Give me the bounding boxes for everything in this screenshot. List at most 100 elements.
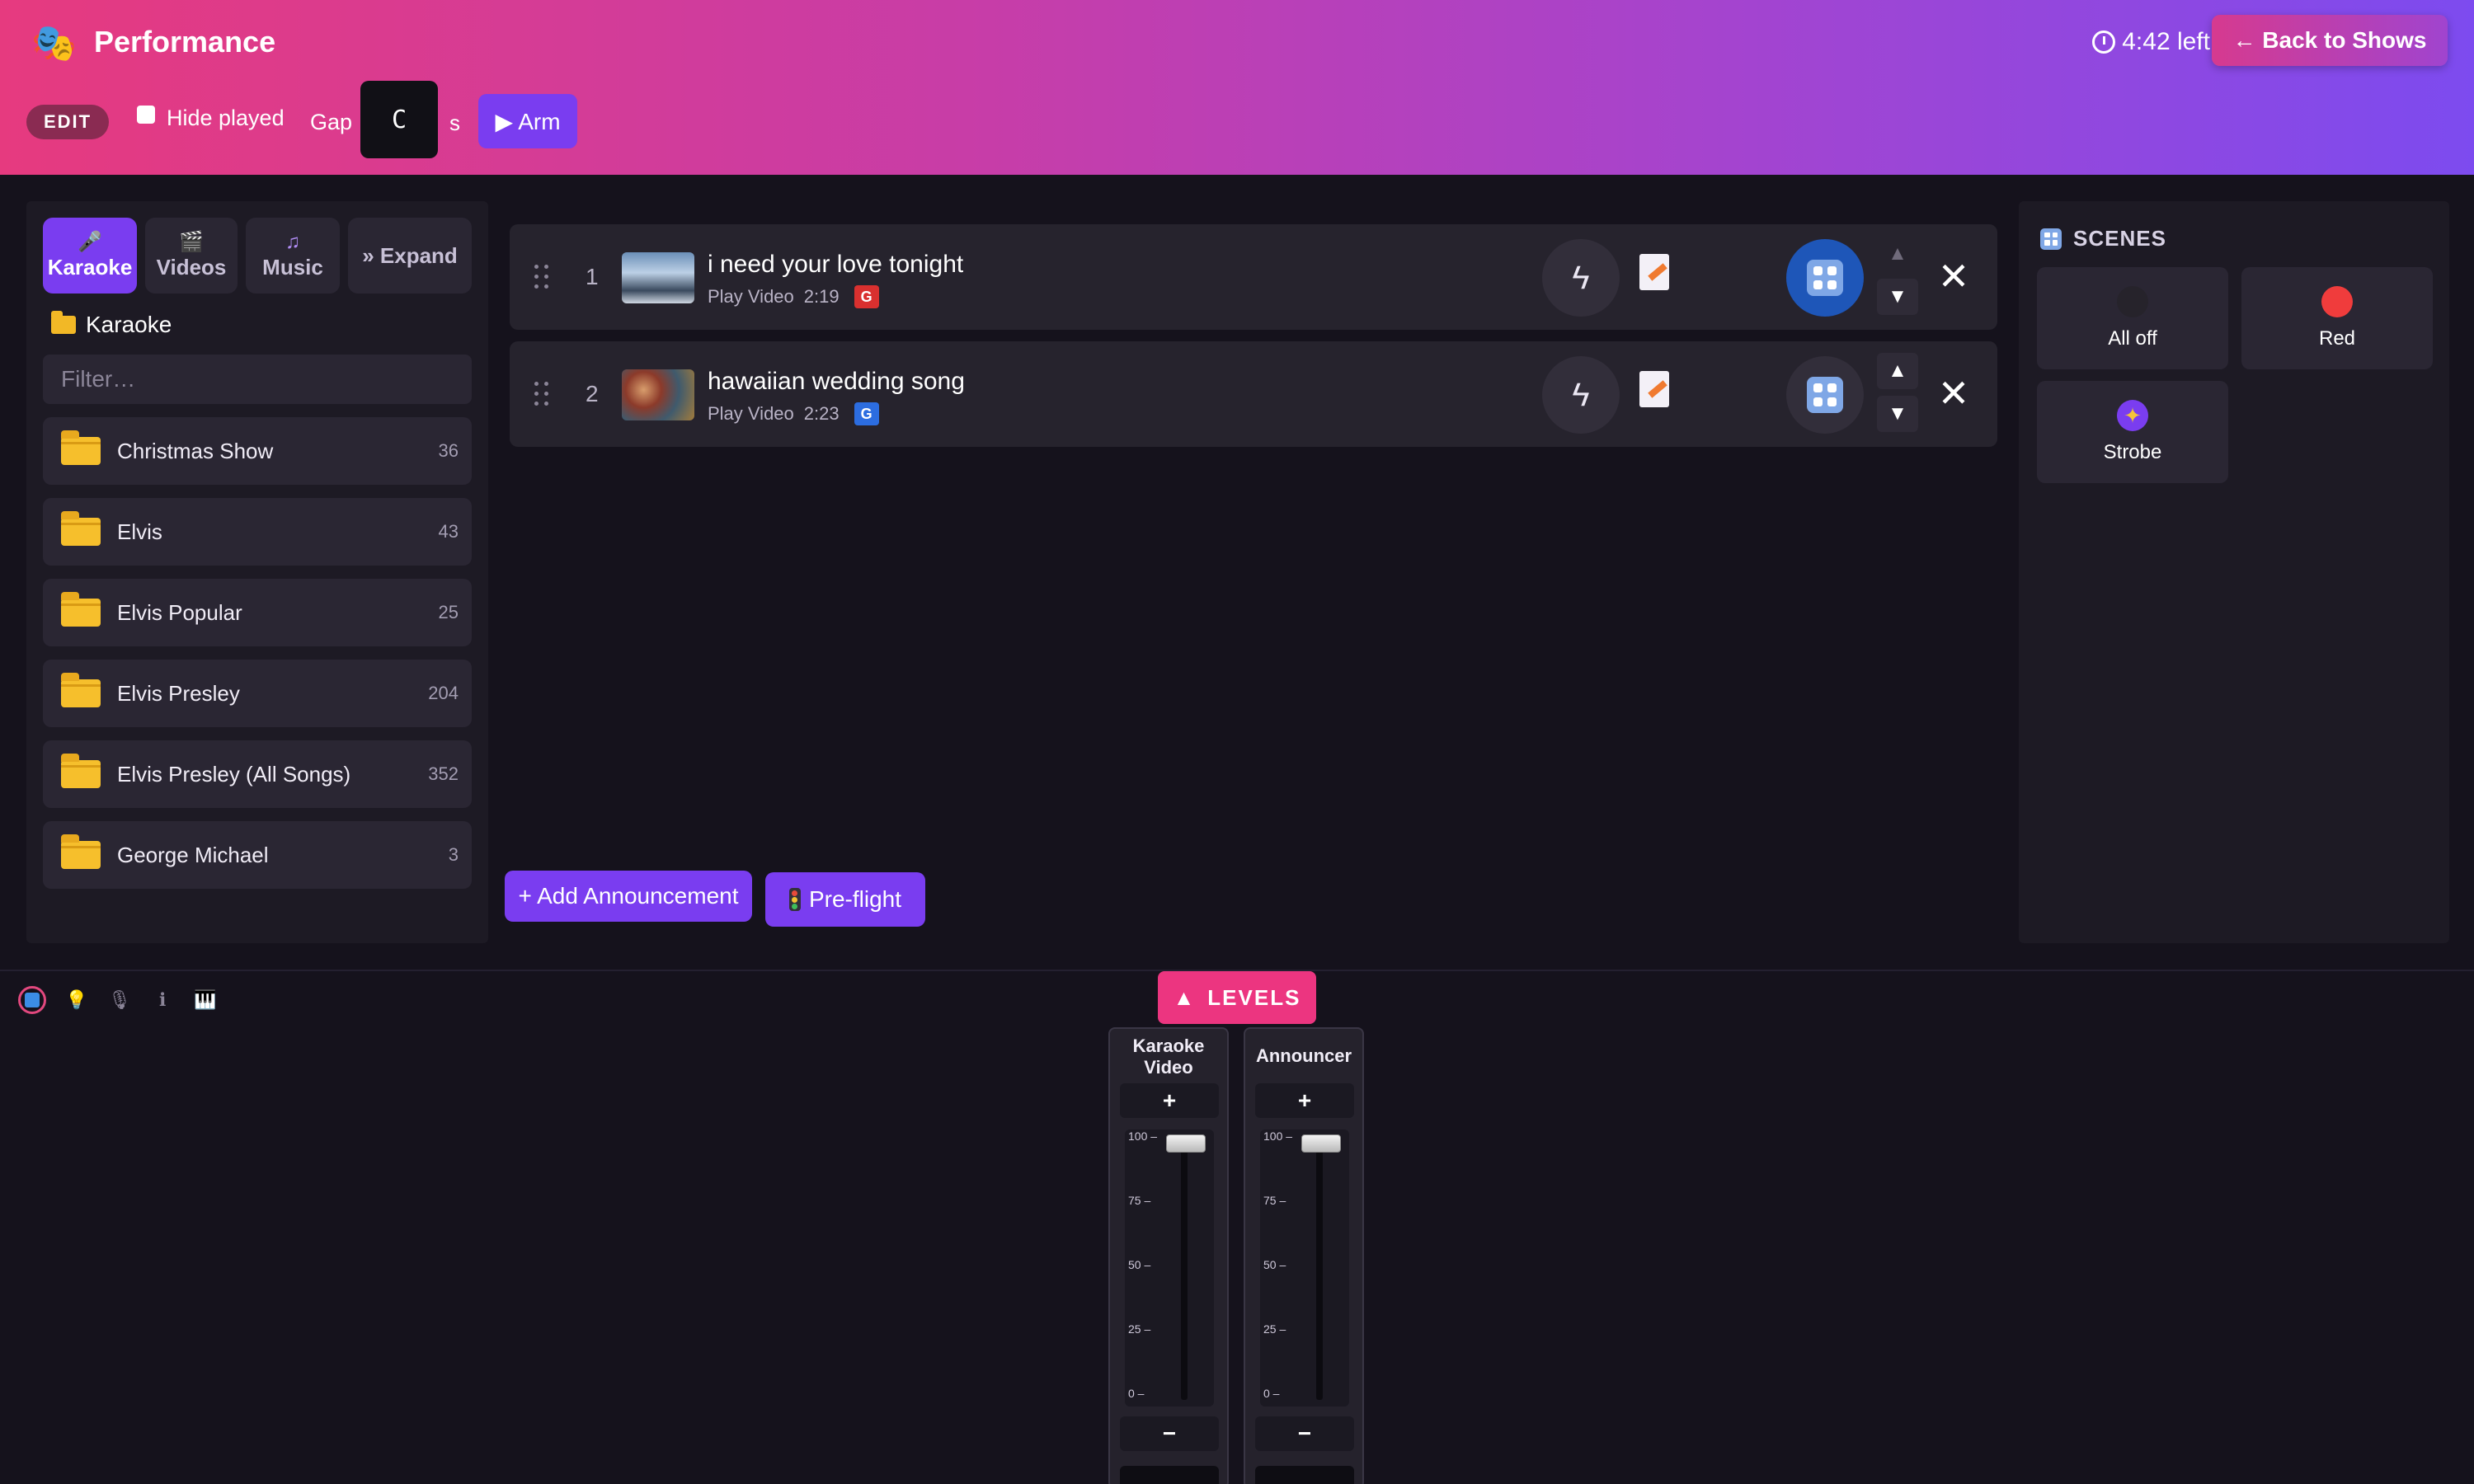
tick-label: 0 –	[1263, 1387, 1280, 1400]
tab-videos[interactable]: 🎬 Videos	[145, 218, 238, 294]
levels-toggle-button[interactable]: ▲ LEVELS	[1158, 971, 1316, 1024]
move-up-button[interactable]: ▲	[1877, 353, 1918, 389]
lightning-bolt-icon[interactable]: ϟ	[1542, 239, 1620, 317]
tick-label: 25 –	[1128, 1322, 1151, 1336]
preflight-button[interactable]: Pre-flight	[765, 872, 925, 927]
scene-red[interactable]: Red	[2241, 267, 2433, 369]
video-thumbnail	[622, 252, 694, 303]
drag-handle-icon[interactable]	[534, 265, 551, 289]
tick-label: 0 –	[1128, 1387, 1145, 1400]
folder-item[interactable]: Elvis Popular 25	[43, 579, 472, 646]
scenes-title: SCENES	[2073, 226, 2166, 251]
tab-music-label: Music	[262, 254, 323, 279]
folder-icon	[61, 430, 101, 465]
tick-label: 25 –	[1263, 1322, 1286, 1336]
volume-down-button[interactable]: −	[1120, 1416, 1219, 1451]
back-to-shows-button[interactable]: ← Back to Shows	[2212, 15, 2448, 66]
volume-up-button[interactable]: +	[1255, 1083, 1354, 1118]
music-note-icon: ♫	[285, 230, 300, 253]
current-folder-name: Karaoke	[86, 312, 172, 337]
folder-item[interactable]: Elvis 43	[43, 498, 472, 566]
strip-name: Karaoke Video	[1132, 1036, 1205, 1078]
folder-icon	[61, 673, 101, 707]
gap-unit-label: s	[449, 110, 460, 135]
add-announcement-button[interactable]: + Add Announcement	[505, 871, 752, 922]
mixer-strip-announcer: Announcer + 100 – 75 – 50 – 25 – 0 – −	[1244, 1027, 1364, 1484]
volume-up-button[interactable]: +	[1120, 1083, 1219, 1118]
edit-mode-badge[interactable]: EDIT	[26, 105, 109, 139]
library-panel: 🎤 Karaoke 🎬 Videos ♫ Music » Expand Kara…	[26, 201, 488, 943]
volume-down-button[interactable]: −	[1255, 1416, 1354, 1451]
edit-document-icon[interactable]	[1639, 371, 1669, 407]
scene-toggle-button[interactable]	[1786, 239, 1864, 317]
tab-videos-label: Videos	[156, 254, 227, 279]
arm-button[interactable]: ▶ Arm	[478, 94, 577, 148]
folder-icon	[61, 834, 101, 869]
remove-icon[interactable]: ✕	[1933, 372, 1974, 415]
dice-grid-icon	[1807, 377, 1843, 413]
queue-item[interactable]: 2 hawaiian wedding song Play Video 2:23 …	[510, 341, 1997, 447]
scene-all-off[interactable]: All off	[2037, 267, 2228, 369]
light-bulb-icon[interactable]: 💡	[63, 986, 91, 1014]
folder-icon	[51, 311, 76, 334]
edit-document-icon[interactable]	[1639, 254, 1669, 290]
video-thumbnail	[622, 369, 694, 420]
scenes-grid-icon	[2040, 228, 2062, 250]
gap-input[interactable]: C	[360, 81, 438, 158]
folder-item[interactable]: Christmas Show 36	[43, 417, 472, 485]
tab-karaoke[interactable]: 🎤 Karaoke	[43, 218, 137, 294]
folder-count: 352	[428, 763, 459, 784]
queue-item-title: i need your love tonight	[708, 251, 964, 278]
fader-knob[interactable]	[1301, 1134, 1341, 1153]
queue-item[interactable]: 1 i need your love tonight Play Video 2:…	[510, 224, 1997, 330]
tab-music[interactable]: ♫ Music	[246, 218, 340, 294]
dice-grid-icon	[1807, 260, 1843, 296]
volume-fader[interactable]: 100 – 75 – 50 – 25 – 0 –	[1260, 1129, 1349, 1407]
lightning-bolt-icon[interactable]: ϟ	[1542, 356, 1620, 434]
move-down-button[interactable]: ▼	[1877, 396, 1918, 432]
scenes-panel: SCENES All off Red ✦ Strobe	[2019, 201, 2449, 943]
remove-icon[interactable]: ✕	[1933, 255, 1974, 298]
folder-count: 36	[438, 440, 459, 461]
fader-knob[interactable]	[1166, 1134, 1206, 1153]
folder-name: Elvis Popular	[117, 599, 242, 625]
piano-icon[interactable]: 🎹	[191, 986, 219, 1014]
strip-name: Announcer	[1255, 1045, 1352, 1066]
traffic-light-icon	[788, 888, 801, 911]
filter-input[interactable]	[43, 355, 472, 404]
info-icon[interactable]: ℹ	[148, 986, 176, 1014]
hide-played-toggle[interactable]: Hide played	[137, 105, 285, 131]
queue-item-title: hawaiian wedding song	[708, 368, 965, 395]
folder-count: 3	[448, 844, 459, 865]
folder-count: 25	[438, 602, 459, 622]
tick-label: 100 –	[1263, 1129, 1293, 1143]
folder-name: George Michael	[117, 842, 269, 867]
folder-name: Elvis Presley (All Songs)	[117, 761, 351, 787]
scene-label: Red	[2318, 327, 2356, 350]
tick-label: 100 –	[1128, 1129, 1158, 1143]
expand-button[interactable]: » Expand	[348, 218, 472, 294]
scene-toggle-button[interactable]	[1786, 356, 1864, 434]
queue-item-duration: 2:19	[803, 286, 840, 307]
clapperboard-icon: 🎬	[179, 230, 204, 253]
theater-masks-icon: 🎭	[31, 23, 77, 63]
tick-label: 75 –	[1263, 1194, 1286, 1207]
folder-item[interactable]: Elvis Presley 204	[43, 660, 472, 727]
sparkle-icon: ✦	[2117, 400, 2148, 431]
level-readout	[1120, 1466, 1219, 1484]
move-up-button[interactable]: ▲	[1877, 236, 1918, 272]
tab-karaoke-label: Karaoke	[47, 254, 133, 279]
folder-item[interactable]: George Michael 3	[43, 821, 472, 889]
levels-icon[interactable]	[18, 986, 46, 1014]
top-header: 🎭 Performance 4:42 left ← Back to Shows …	[0, 0, 2474, 175]
microphone-icon[interactable]: 🎙	[106, 986, 134, 1014]
hide-played-label: Hide played	[167, 106, 285, 130]
volume-fader[interactable]: 100 – 75 – 50 – 25 – 0 –	[1125, 1129, 1214, 1407]
folder-name: Christmas Show	[117, 438, 274, 463]
scene-strobe[interactable]: ✦ Strobe	[2037, 381, 2228, 483]
drag-handle-icon[interactable]	[534, 382, 551, 406]
folder-item[interactable]: Elvis Presley (All Songs) 352	[43, 740, 472, 808]
queue-number: 1	[586, 264, 599, 289]
hide-played-checkbox[interactable]	[137, 105, 155, 124]
move-down-button[interactable]: ▼	[1877, 279, 1918, 315]
